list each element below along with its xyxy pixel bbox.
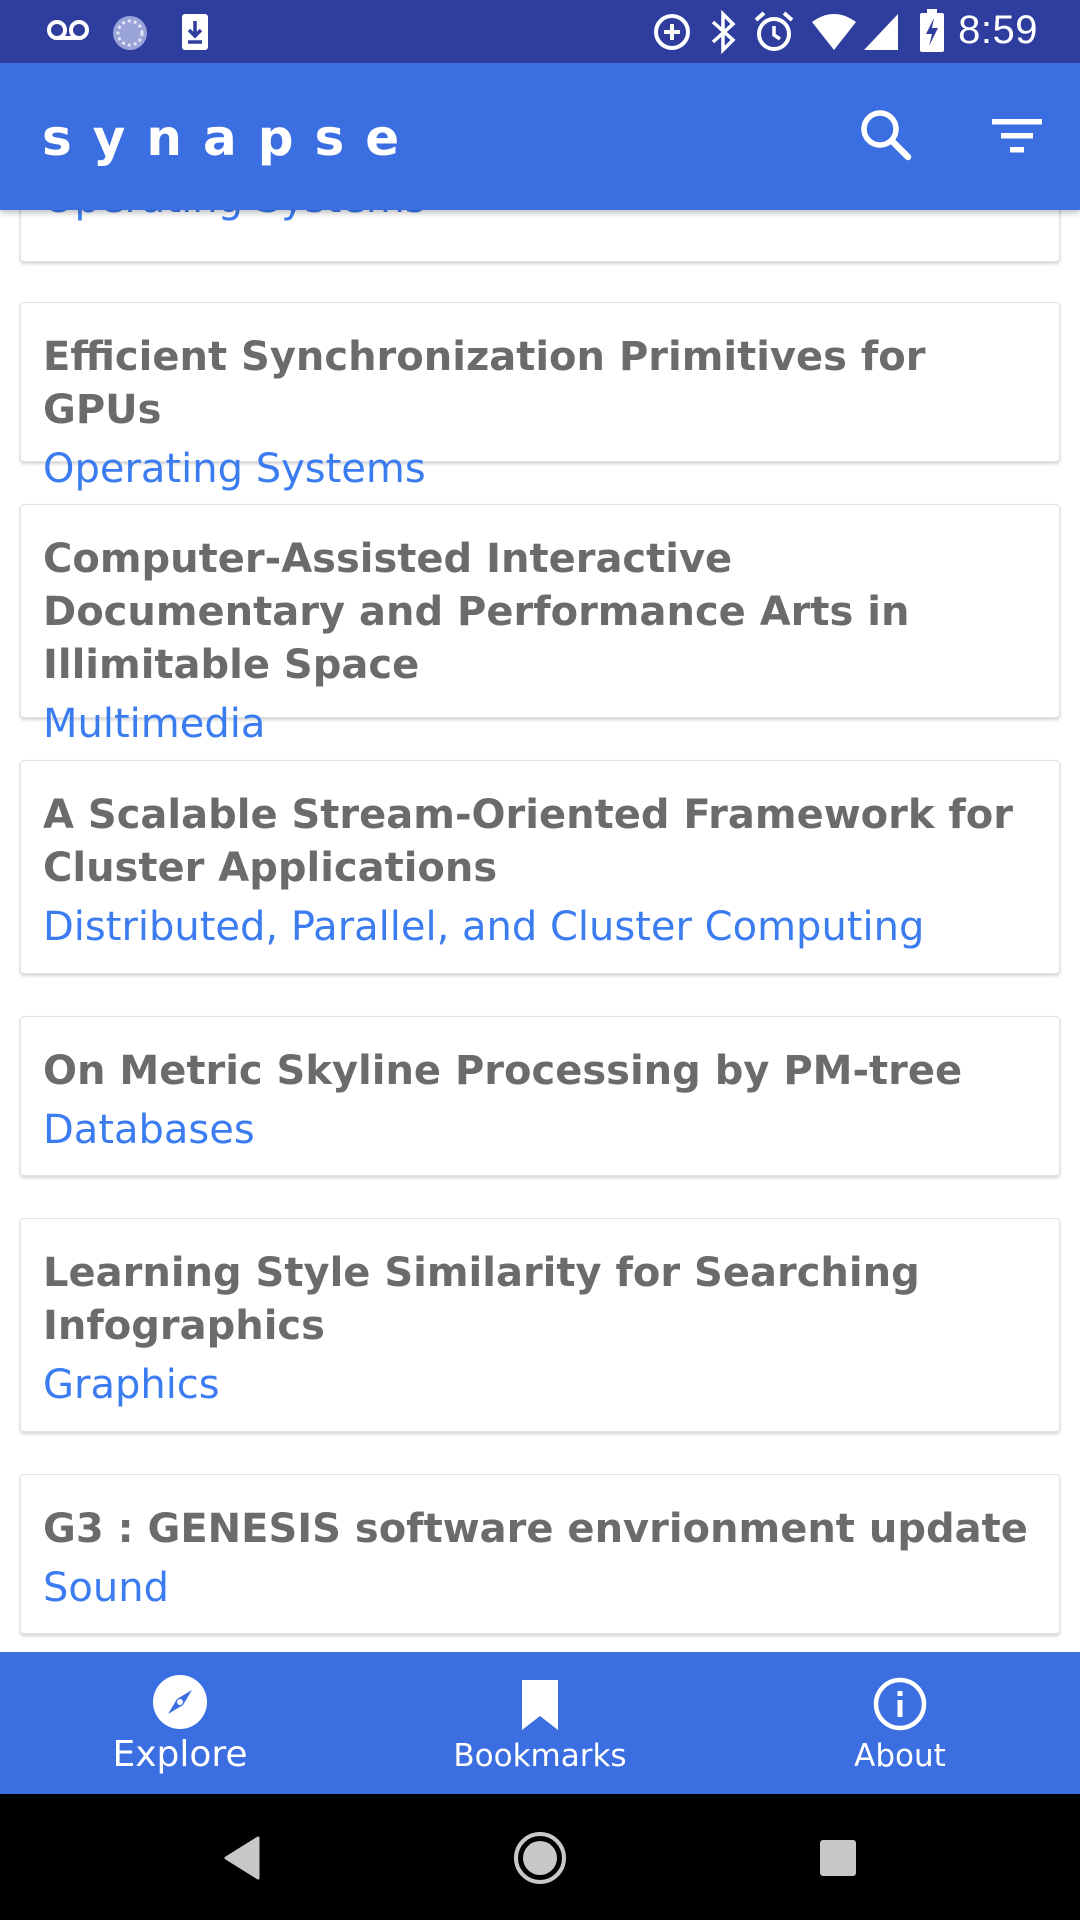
paper-card[interactable]: Operating Systems [20, 210, 1060, 262]
back-icon[interactable] [214, 1830, 270, 1886]
battery-charging-icon [920, 9, 944, 52]
paper-category: Distributed, Parallel, and Cluster Compu… [43, 904, 925, 950]
paper-list[interactable]: Operating Systems Efficient Synchronizat… [0, 210, 1080, 1652]
bluetooth-icon [711, 10, 736, 54]
paper-card[interactable]: On Metric Skyline Processing by PM-tree … [20, 1016, 1060, 1176]
app-bar: synapse [0, 63, 1080, 210]
alarm-icon [754, 11, 794, 51]
paper-card[interactable]: A Scalable Stream-Oriented Framework for… [20, 760, 1060, 974]
paper-title: On Metric Skyline Processing by PM-tree [43, 1048, 963, 1094]
bookmark-icon [522, 1680, 558, 1730]
sync-icon [113, 16, 147, 50]
app-title: synapse [42, 109, 421, 167]
screen: 8:59 synapse Operating Systems Efficient… [0, 0, 1080, 1920]
nav-label: About [854, 1738, 946, 1774]
bottom-nav: Explore Bookmarks About [0, 1652, 1080, 1794]
nav-explore[interactable]: Explore [0, 1652, 360, 1794]
voicemail-icon [47, 20, 89, 40]
cell-signal-icon [864, 14, 898, 50]
paper-card[interactable]: G3 : GENESIS software envrionment update… [20, 1474, 1060, 1634]
paper-category: Databases [43, 1107, 255, 1153]
paper-card[interactable]: Efficient Synchronization Primitives for… [20, 302, 1060, 492]
paper-card[interactable]: Learning Style Similarity for Searching … [20, 1218, 1060, 1432]
paper-title: G3 : GENESIS software envrionment update [43, 1506, 1028, 1552]
download-icon [182, 14, 208, 50]
paper-category: Operating Systems [43, 446, 426, 492]
filter-icon[interactable] [982, 101, 1052, 171]
paper-title: A Scalable Stream-Oriented Framework for… [43, 792, 1013, 891]
paper-category: Sound [43, 1565, 169, 1611]
info-icon [873, 1677, 927, 1731]
nav-label: Bookmarks [453, 1738, 627, 1774]
paper-category: Graphics [43, 1362, 220, 1408]
paper-category: Operating Systems [43, 210, 1037, 229]
paper-title: Computer-Assisted Interactive Documentar… [43, 536, 910, 688]
data-saver-icon [654, 14, 690, 50]
paper-category: Multimedia [43, 701, 266, 747]
paper-title: Efficient Synchronization Primitives for… [43, 334, 926, 433]
compass-icon [153, 1675, 207, 1729]
home-icon[interactable] [512, 1830, 568, 1886]
paper-title: Learning Style Similarity for Searching … [43, 1250, 920, 1349]
paper-card[interactable]: Computer-Assisted Interactive Documentar… [20, 504, 1060, 747]
status-time: 8:59 [958, 8, 1038, 52]
status-bar: 8:59 [0, 0, 1080, 63]
recents-icon[interactable] [810, 1830, 866, 1886]
wifi-icon [812, 14, 856, 50]
system-nav-bar [0, 1794, 1080, 1920]
nav-label: Explore [112, 1734, 248, 1775]
nav-bookmarks[interactable]: Bookmarks [360, 1652, 720, 1794]
search-icon[interactable] [852, 101, 922, 171]
nav-about[interactable]: About [720, 1652, 1080, 1794]
